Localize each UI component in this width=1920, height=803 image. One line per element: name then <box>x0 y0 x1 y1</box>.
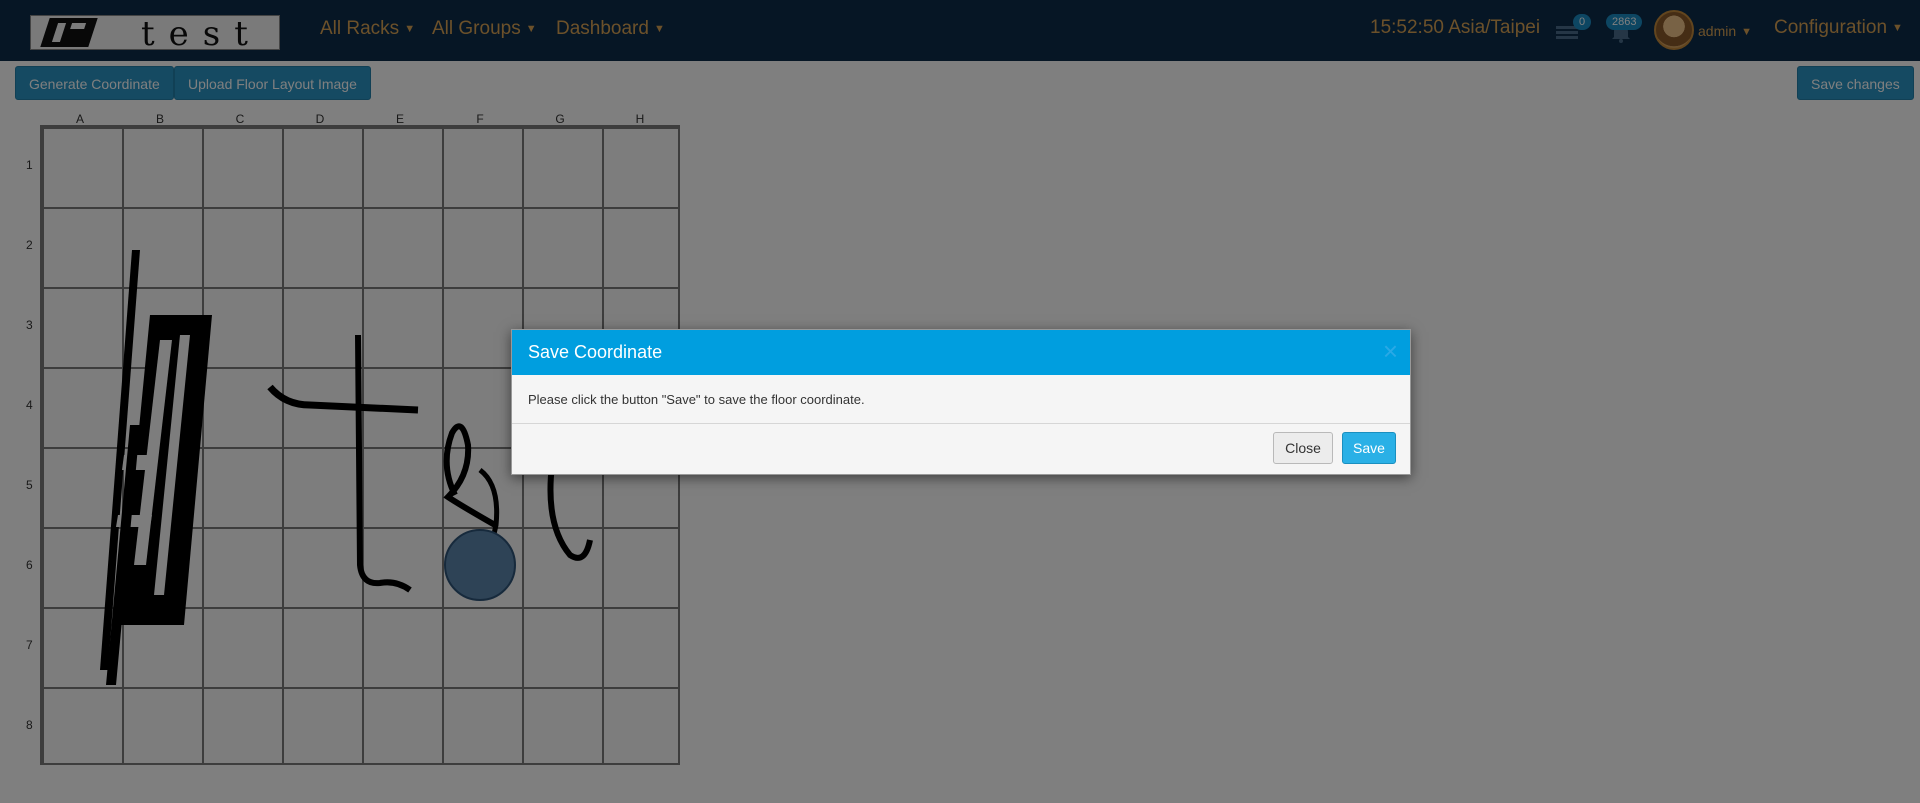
dialog-header: Save Coordinate × <box>512 330 1410 375</box>
save-button[interactable]: Save <box>1342 432 1396 464</box>
divider <box>512 423 1410 424</box>
dialog-title: Save Coordinate <box>528 342 663 362</box>
dialog-message: Please click the button "Save" to save t… <box>528 392 865 407</box>
close-button[interactable]: Close <box>1273 432 1333 464</box>
close-icon[interactable]: × <box>1383 338 1398 364</box>
save-coordinate-dialog: Save Coordinate × Please click the butto… <box>511 329 1411 475</box>
